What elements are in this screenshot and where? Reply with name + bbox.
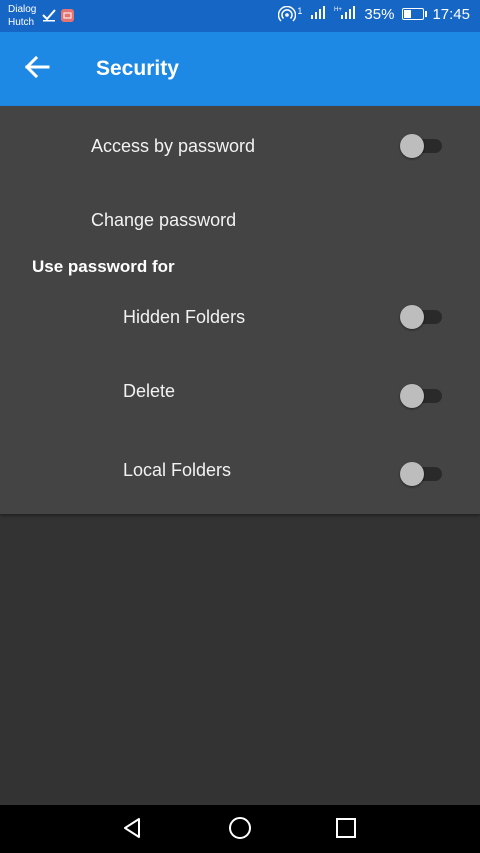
local-folders-switch[interactable] [400, 459, 446, 489]
nav-back-button[interactable] [117, 815, 147, 845]
nav-recents-button[interactable] [331, 815, 361, 845]
signal-icon [310, 5, 326, 23]
settings-panel: Access by password Change password Use p… [0, 106, 480, 514]
battery-level [404, 10, 412, 18]
section-header: Use password for [32, 257, 175, 276]
local-folders-label: Local Folders [123, 460, 232, 480]
clock: 17:45 [432, 5, 470, 23]
hotspot-badge: 1 [297, 6, 303, 16]
access-by-password-switch[interactable] [400, 131, 446, 161]
switch-thumb [400, 134, 424, 158]
app-bar: Security [0, 32, 480, 106]
back-button[interactable] [16, 49, 58, 89]
hotspot-icon: 1 [278, 6, 302, 22]
carrier-names: Dialog Hutch [8, 3, 36, 29]
carrier-1: Dialog [8, 4, 37, 15]
back-triangle-icon [121, 817, 143, 844]
switch-thumb [400, 384, 424, 408]
battery-percent: 35% [364, 5, 395, 23]
hidden-folders-label: Hidden Folders [123, 307, 246, 327]
carrier-2: Hutch [8, 17, 35, 28]
nav-home-button[interactable] [225, 815, 255, 845]
status-bar: Dialog Hutch 1 H+ 35% 17:45 [0, 0, 480, 32]
arrow-left-icon [23, 55, 51, 84]
checkmark-icon [42, 8, 56, 27]
switch-thumb [400, 462, 424, 486]
home-circle-icon [228, 816, 252, 845]
page-title: Security [96, 57, 179, 80]
signal-2-icon: H+ [334, 5, 356, 23]
switch-thumb [400, 305, 424, 329]
svg-text:H+: H+ [334, 7, 342, 13]
delete-label: Delete [123, 381, 176, 401]
battery-icon [402, 8, 428, 20]
access-by-password-label: Access by password [91, 136, 256, 156]
navigation-bar [0, 805, 480, 853]
status-right: 1 H+ 35% 17:45 [278, 5, 470, 23]
notification-app-icon [60, 8, 75, 28]
change-password-item[interactable]: Change password [91, 210, 236, 231]
hidden-folders-switch[interactable] [400, 302, 446, 332]
recents-square-icon [335, 817, 357, 844]
delete-switch[interactable] [400, 381, 446, 411]
